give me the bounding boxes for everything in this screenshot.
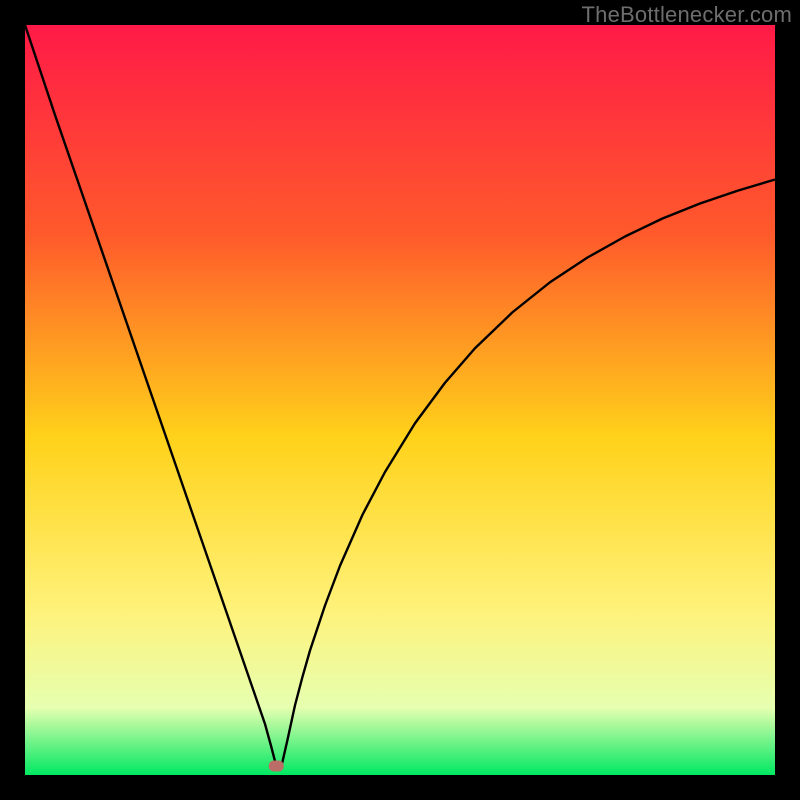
watermark-label: TheBottlenecker.com [582, 2, 792, 28]
chart-frame: TheBottlenecker.com [0, 0, 800, 800]
bottleneck-chart [25, 25, 775, 775]
plot-area [25, 25, 775, 775]
minimum-marker [269, 761, 284, 772]
gradient-background [25, 25, 775, 775]
